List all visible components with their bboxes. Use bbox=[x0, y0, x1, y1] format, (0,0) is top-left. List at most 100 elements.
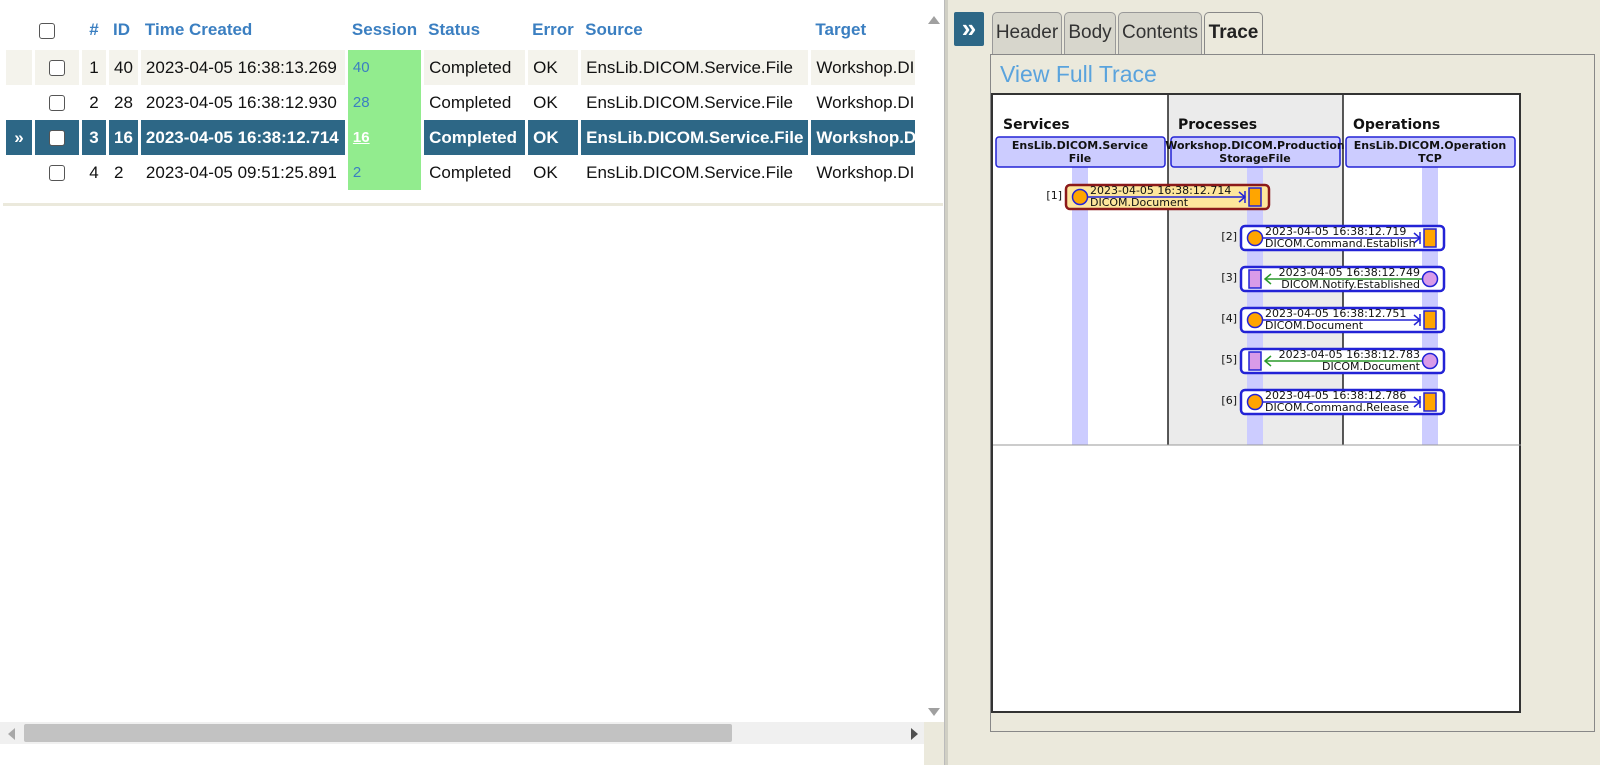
session-link[interactable]: 16 bbox=[353, 129, 370, 146]
message-index-label: [1] bbox=[1046, 189, 1062, 202]
header-error[interactable]: Error bbox=[528, 10, 578, 50]
row-target: Workshop.DIC bbox=[811, 50, 916, 85]
message-index-label: [5] bbox=[1221, 353, 1237, 366]
message-list-pane: # ID Time Created Session Status Error S… bbox=[0, 0, 946, 765]
row-checkbox-cell[interactable] bbox=[35, 155, 79, 190]
row-checkbox-cell[interactable] bbox=[35, 50, 79, 85]
request-target-box-icon bbox=[1248, 187, 1262, 207]
row-number: 3 bbox=[82, 120, 106, 155]
row-target: Workshop.DI bbox=[811, 120, 916, 155]
row-source: EnsLib.DICOM.Service.File bbox=[581, 155, 809, 190]
row-target: Workshop.DIC bbox=[811, 155, 916, 190]
row-error: OK bbox=[528, 120, 579, 155]
scroll-down-arrow-icon[interactable] bbox=[928, 708, 940, 716]
row-status: Completed bbox=[424, 50, 526, 85]
message-name: DICOM.Command.Release bbox=[1265, 401, 1409, 414]
horizontal-scrollbar[interactable] bbox=[0, 722, 924, 744]
host-name-line1: EnsLib.DICOM.Operation bbox=[1354, 139, 1506, 152]
row-source: EnsLib.DICOM.Service.File bbox=[581, 50, 809, 85]
header-target[interactable]: Target bbox=[811, 10, 915, 50]
row-error: OK bbox=[528, 155, 579, 190]
scroll-up-arrow-icon[interactable] bbox=[928, 16, 940, 24]
host-name-line2: StorageFile bbox=[1219, 152, 1290, 165]
message-table-frame: # ID Time Created Session Status Error S… bbox=[3, 10, 943, 206]
message-name: DICOM.Document bbox=[1090, 196, 1189, 209]
row-checkbox-cell[interactable] bbox=[35, 120, 79, 155]
message-table: # ID Time Created Session Status Error S… bbox=[3, 10, 918, 190]
request-source-circle-icon bbox=[1246, 229, 1264, 247]
message-name: DICOM.Document bbox=[1322, 360, 1421, 373]
select-all-checkbox[interactable] bbox=[39, 22, 55, 39]
row-status: Completed bbox=[424, 85, 526, 120]
host-name-line2: File bbox=[1069, 152, 1092, 165]
header-source[interactable]: Source bbox=[581, 10, 808, 50]
session-link[interactable]: 28 bbox=[353, 94, 370, 111]
row-checkbox[interactable] bbox=[49, 60, 65, 77]
message-index-label: [3] bbox=[1221, 271, 1237, 284]
horizontal-scroll-thumb[interactable] bbox=[24, 724, 732, 742]
row-status: Completed bbox=[424, 155, 526, 190]
tab-contents[interactable]: Contents bbox=[1118, 12, 1202, 54]
request-target-box-icon bbox=[1423, 310, 1437, 330]
row-session[interactable]: 16 bbox=[347, 120, 422, 155]
message-index-label: [4] bbox=[1221, 312, 1237, 325]
row-session[interactable]: 28 bbox=[347, 85, 422, 120]
row-marker bbox=[6, 85, 32, 120]
vertical-scrollbar[interactable] bbox=[924, 10, 944, 720]
session-link[interactable]: 2 bbox=[353, 164, 361, 181]
column-category-label: Processes bbox=[1178, 117, 1257, 133]
row-checkbox[interactable] bbox=[49, 95, 65, 112]
table-header-row: # ID Time Created Session Status Error S… bbox=[6, 10, 915, 50]
row-error: OK bbox=[528, 50, 579, 85]
row-error: OK bbox=[528, 85, 579, 120]
trace-diagram: Services EnsLib.DICOM.Service File Processe… bbox=[991, 93, 1521, 713]
table-row-selected[interactable]: » 3 16 2023-04-05 16:38:12.714 16 Comple… bbox=[6, 120, 916, 155]
response-source-circle-icon bbox=[1421, 270, 1439, 288]
row-checkbox-cell[interactable] bbox=[35, 85, 79, 120]
request-source-circle-icon bbox=[1246, 393, 1264, 411]
row-id: 28 bbox=[109, 85, 138, 120]
tab-trace[interactable]: Trace bbox=[1204, 12, 1263, 56]
row-number: 1 bbox=[82, 50, 106, 85]
table-row[interactable]: 1 40 2023-04-05 16:38:13.269 40 Complete… bbox=[6, 50, 916, 85]
row-checkbox[interactable] bbox=[49, 130, 65, 147]
header-status[interactable]: Status bbox=[424, 10, 525, 50]
table-row[interactable]: 2 28 2023-04-05 16:38:12.930 28 Complete… bbox=[6, 85, 916, 120]
response-target-box-icon bbox=[1248, 351, 1262, 371]
trace-sequence-diagram: Services EnsLib.DICOM.ServiceFile Processe… bbox=[993, 95, 1521, 446]
details-pane: » Header Body Contents Trace View Full T… bbox=[948, 0, 1600, 765]
row-selected-marker: » bbox=[6, 120, 32, 155]
scroll-right-arrow-icon[interactable] bbox=[911, 728, 918, 740]
message-index-label: [6] bbox=[1221, 394, 1237, 407]
header-session[interactable]: Session bbox=[348, 10, 421, 50]
message-name: DICOM.Document bbox=[1265, 319, 1364, 332]
row-marker bbox=[6, 155, 32, 190]
header-time-created[interactable]: Time Created bbox=[141, 10, 345, 50]
row-time-created: 2023-04-05 09:51:25.891 bbox=[140, 155, 345, 190]
header-select-all[interactable] bbox=[35, 10, 79, 50]
scroll-left-arrow-icon[interactable] bbox=[8, 728, 15, 740]
row-number: 2 bbox=[82, 85, 106, 120]
tab-header[interactable]: Header bbox=[992, 12, 1062, 54]
row-session[interactable]: 40 bbox=[347, 50, 422, 85]
header-id[interactable]: ID bbox=[109, 10, 138, 50]
scrollbar-corner bbox=[924, 722, 946, 765]
row-session[interactable]: 2 bbox=[347, 155, 422, 190]
host-name-line1: Workshop.DICOM.Production bbox=[1165, 139, 1345, 152]
trace-panel: View Full Trace Services EnsLib.DICOM.Ser… bbox=[990, 54, 1595, 732]
message-index-label: [2] bbox=[1221, 230, 1237, 243]
view-full-trace-link[interactable]: View Full Trace bbox=[1000, 61, 1157, 88]
message-name: DICOM.Command.Establish bbox=[1265, 237, 1416, 250]
collapse-pane-button[interactable]: » bbox=[954, 12, 984, 46]
row-number: 4 bbox=[82, 155, 106, 190]
row-target: Workshop.DIC bbox=[811, 85, 916, 120]
table-row[interactable]: 4 2 2023-04-05 09:51:25.891 2 Completed … bbox=[6, 155, 916, 190]
session-link[interactable]: 40 bbox=[353, 59, 370, 76]
column-category-label: Operations bbox=[1353, 117, 1440, 133]
row-checkbox[interactable] bbox=[49, 165, 65, 182]
header-number[interactable]: # bbox=[82, 10, 106, 50]
request-source-circle-icon bbox=[1071, 188, 1089, 206]
response-source-circle-icon bbox=[1421, 352, 1439, 370]
request-target-box-icon bbox=[1423, 228, 1437, 248]
tab-body[interactable]: Body bbox=[1064, 12, 1116, 54]
